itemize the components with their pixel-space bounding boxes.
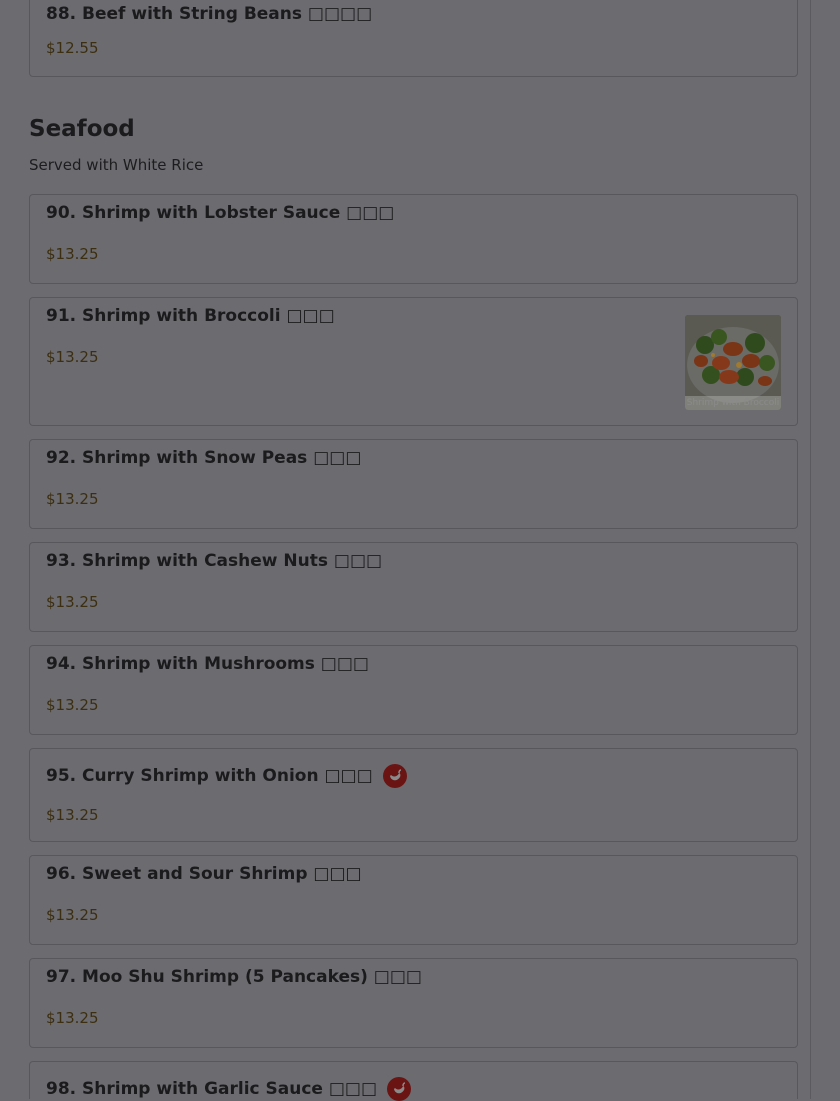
- menu-item-name: 92. Shrimp with Snow Peas □□□: [46, 448, 362, 468]
- menu-item-price: $13.25: [46, 245, 99, 263]
- menu-item-name: 91. Shrimp with Broccoli □□□: [46, 306, 335, 326]
- menu-item-name: 95. Curry Shrimp with Onion □□□: [46, 764, 407, 788]
- menu-item-price: $13.25: [46, 1009, 99, 1027]
- menu-item-price: $13.25: [46, 490, 99, 508]
- menu-item-card[interactable]: 94. Shrimp with Mushrooms □□□ $13.25: [29, 645, 798, 735]
- menu-item-card[interactable]: 95. Curry Shrimp with Onion □□□ $13.25: [29, 748, 798, 842]
- menu-item-card[interactable]: 96. Sweet and Sour Shrimp □□□ $13.25: [29, 855, 798, 945]
- menu-item-card[interactable]: 90. Shrimp with Lobster Sauce □□□ $13.25: [29, 194, 798, 284]
- menu-item-card[interactable]: 91. Shrimp with Broccoli □□□ $13.25 Shri…: [29, 297, 798, 426]
- menu-item-photo[interactable]: Shrimp with Broccoli: [685, 315, 781, 410]
- menu-item-card[interactable]: 93. Shrimp with Cashew Nuts □□□ $13.25: [29, 542, 798, 632]
- menu-item-name: 96. Sweet and Sour Shrimp □□□: [46, 864, 362, 884]
- section-title: Seafood: [29, 116, 135, 142]
- chili-pepper-icon: [382, 764, 407, 788]
- menu-item-name-text: 95. Curry Shrimp with Onion □□□: [46, 766, 373, 786]
- menu-item-card[interactable]: 88. Beef with String Beans □□□□ $12.55: [29, 0, 798, 77]
- menu-item-card[interactable]: 97. Moo Shu Shrimp (5 Pancakes) □□□ $13.…: [29, 958, 798, 1048]
- section-description: Served with White Rice: [29, 156, 204, 174]
- menu-item-price: $13.25: [46, 696, 99, 714]
- photo-caption: Shrimp with Broccoli: [685, 396, 781, 410]
- menu-item-price: $13.25: [46, 348, 99, 366]
- menu-item-name: 90. Shrimp with Lobster Sauce □□□: [46, 203, 395, 223]
- page-right-border: [810, 0, 811, 1099]
- menu-item-name: 97. Moo Shu Shrimp (5 Pancakes) □□□: [46, 967, 422, 987]
- menu-item-card[interactable]: 98. Shrimp with Garlic Sauce □□□: [29, 1061, 798, 1101]
- menu-item-name-text: 98. Shrimp with Garlic Sauce □□□: [46, 1079, 378, 1099]
- menu-item-price: $13.25: [46, 906, 99, 924]
- menu-item-name: 88. Beef with String Beans □□□□: [46, 4, 373, 24]
- menu-item-price: $12.55: [46, 39, 99, 57]
- menu-item-card[interactable]: 92. Shrimp with Snow Peas □□□ $13.25: [29, 439, 798, 529]
- menu-item-price: $13.25: [46, 593, 99, 611]
- menu-item-name: 94. Shrimp with Mushrooms □□□: [46, 654, 369, 674]
- menu-item-price: $13.25: [46, 806, 99, 824]
- menu-item-name: 93. Shrimp with Cashew Nuts □□□: [46, 551, 383, 571]
- chili-pepper-icon: [387, 1077, 412, 1101]
- menu-item-name: 98. Shrimp with Garlic Sauce □□□: [46, 1077, 412, 1101]
